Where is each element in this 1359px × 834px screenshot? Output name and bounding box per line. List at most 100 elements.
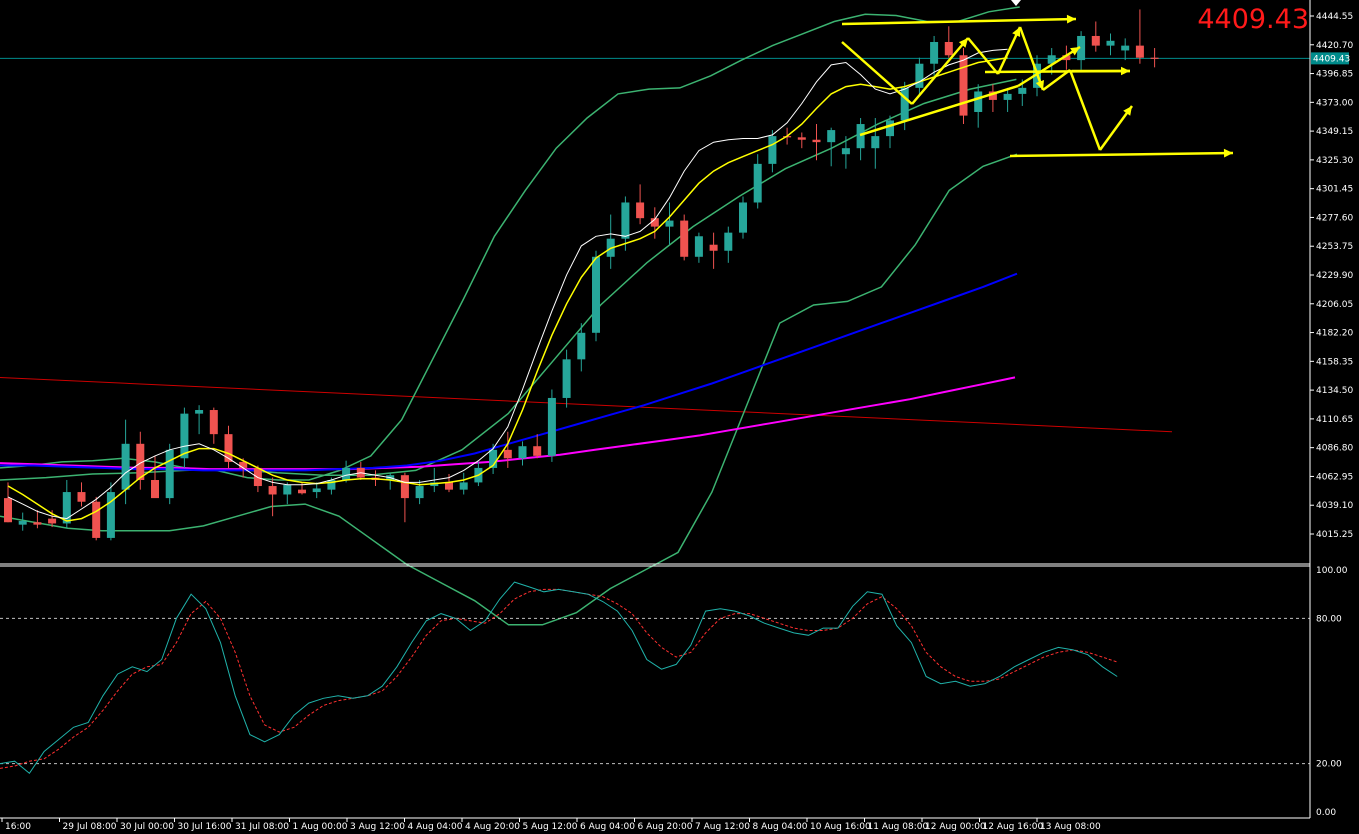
candle-body [841, 148, 850, 155]
candle-body [915, 63, 924, 88]
stochastic-tick-label: 20.00 [1316, 760, 1342, 770]
price-tick-label: 4444.55 [1316, 12, 1353, 22]
candle-body [812, 139, 821, 143]
price-tick-label: 4134.50 [1316, 386, 1353, 396]
candle-body [283, 484, 292, 495]
candle-body [1003, 93, 1012, 100]
candle-body [195, 410, 204, 414]
candle-body [930, 42, 939, 64]
candle-body [92, 501, 101, 538]
candle-body [709, 244, 718, 251]
candle-body [768, 136, 777, 164]
candle-body [1121, 45, 1130, 51]
candle-body [121, 443, 130, 490]
stochastic-tick-label: 80.00 [1316, 614, 1342, 624]
time-tick-label: 6 Aug 04:00 [580, 822, 635, 832]
candle-body [1106, 40, 1115, 46]
price-tick-label: 4325.30 [1316, 156, 1353, 166]
candle-body [18, 521, 27, 525]
candle-body [827, 130, 836, 143]
candle-body [4, 498, 12, 523]
price-tick-label: 4158.35 [1316, 357, 1353, 367]
time-tick-label: 12 Aug 16:00 [983, 822, 1044, 832]
candle-body [151, 480, 159, 499]
chart-background [0, 0, 1359, 834]
time-tick-label: 13 Aug 08:00 [1040, 822, 1101, 832]
candle-body [871, 136, 880, 149]
candle-body [503, 449, 512, 459]
candle-body [400, 475, 409, 499]
candle-body [459, 482, 468, 490]
price-tick-label: 4373.00 [1316, 98, 1353, 108]
time-tick-label: 8 Aug 04:00 [753, 822, 808, 832]
candle-body [48, 518, 57, 524]
price-tag-text: 4409.43 [1313, 54, 1350, 64]
price-tick-label: 4015.25 [1316, 530, 1353, 540]
candle-body [33, 522, 42, 525]
price-tick-label: 4086.80 [1316, 444, 1353, 454]
time-tick-label: 10 Aug 16:00 [810, 822, 871, 832]
price-tick-label: 4182.20 [1316, 329, 1353, 339]
price-tick-label: 4301.45 [1316, 185, 1353, 195]
time-tick-label: 29 Jul 08:00 [63, 822, 117, 832]
stochastic-tick-label: 0.00 [1316, 808, 1336, 818]
candle-body [312, 488, 321, 493]
stochastic-tick-label: 100.00 [1316, 566, 1348, 576]
price-tick-label: 4420.70 [1316, 41, 1353, 51]
time-tick-label: 3 Aug 12:00 [350, 822, 405, 832]
candle-body [180, 413, 189, 459]
candle-body [342, 467, 351, 481]
time-tick-label: 1 Aug 00:00 [293, 822, 348, 832]
time-tick-label: 5 Aug 12:00 [523, 822, 578, 832]
candle-body [165, 449, 174, 499]
candle-body [974, 91, 983, 112]
candle-body [445, 482, 453, 490]
candle-body [415, 486, 424, 499]
price-tick-label: 4253.75 [1316, 242, 1353, 252]
candle-body [797, 137, 806, 140]
candle-body [592, 256, 600, 333]
time-tick-label: 30 Jul 16:00 [178, 822, 232, 832]
candle-body [1091, 35, 1100, 46]
candle-body [680, 220, 689, 257]
candle-body [562, 359, 571, 398]
candle-body [518, 446, 527, 459]
candle-body [209, 410, 218, 435]
candle-body [298, 489, 306, 494]
candle-body [665, 220, 674, 227]
candle-body [739, 202, 747, 233]
candle-body [900, 87, 909, 121]
candle-body [577, 332, 586, 360]
candle-body [533, 446, 542, 456]
candle-body [1018, 87, 1027, 94]
candle-body [547, 397, 556, 456]
candle-body [886, 120, 894, 137]
candle-body [694, 236, 703, 257]
time-tick-label: 7 Aug 12:00 [695, 822, 750, 832]
time-tick-label: 31 Jul 08:00 [235, 822, 289, 832]
time-tick-label: 12 Aug 00:00 [925, 822, 986, 832]
price-tick-label: 4349.15 [1316, 127, 1353, 137]
candle-body [1150, 57, 1159, 59]
time-tick-label: 4 Aug 20:00 [465, 822, 520, 832]
time-tick-label: 4 Aug 04:00 [408, 822, 463, 832]
time-tick-label: 11 Aug 08:00 [868, 822, 929, 832]
time-tick-label: 30 Jul 00:00 [120, 822, 174, 832]
candle-body [944, 42, 953, 56]
price-tick-label: 4062.95 [1316, 472, 1353, 482]
candle-body [1135, 45, 1144, 58]
price-tick-label: 4277.60 [1316, 213, 1353, 223]
price-tick-label: 4110.65 [1316, 415, 1353, 425]
time-tick-label: 16:00 [5, 822, 31, 832]
candle-body [753, 163, 762, 203]
trading-chart[interactable]: 100.00 80.00 20.00 0.00 4444.55 4420.70 4396.… [0, 0, 1359, 834]
price-tick-label: 4206.05 [1316, 300, 1353, 310]
current-price-label: 4409.43 [1197, 4, 1309, 35]
candle-body [621, 202, 630, 239]
candle-body [636, 202, 645, 219]
candle-body [959, 55, 968, 116]
candle-body [77, 492, 86, 502]
candle-body [268, 486, 277, 495]
candle-body [724, 232, 733, 251]
price-tick-label: 4229.90 [1316, 271, 1353, 281]
